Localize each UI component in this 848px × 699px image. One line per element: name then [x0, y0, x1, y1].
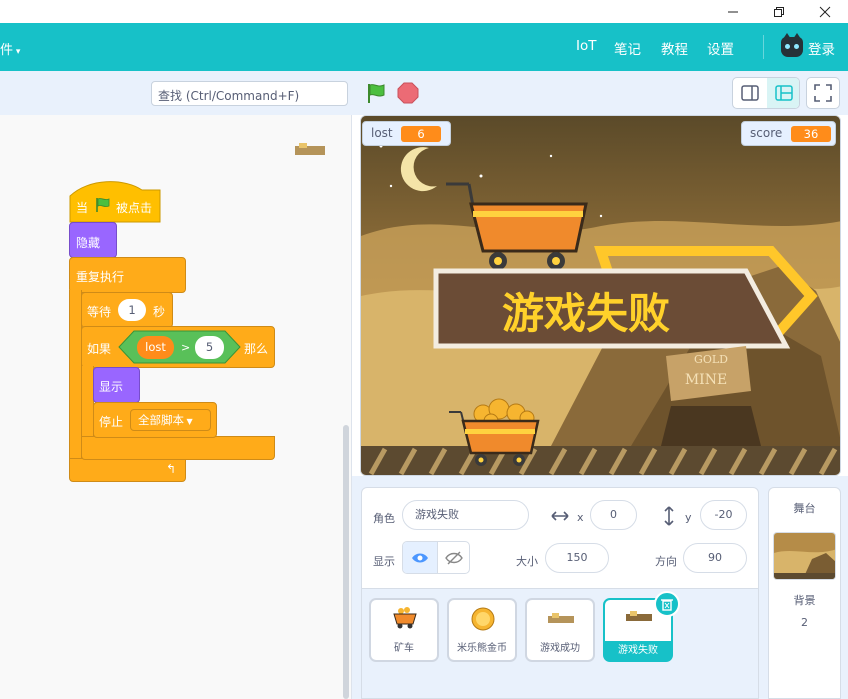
svg-text:MINE: MINE: [685, 372, 727, 388]
then-label: 那么: [244, 342, 269, 356]
stage-selector[interactable]: 舞台 背景 2: [768, 487, 841, 699]
x-arrow-icon: [551, 511, 569, 521]
restore-icon[interactable]: [756, 0, 802, 23]
visibility-toggle: [402, 541, 470, 574]
stop-label: 停止: [99, 415, 124, 429]
delete-sprite-icon[interactable]: [654, 591, 680, 617]
stop-block[interactable]: 停止 全部脚本 ▼: [93, 402, 217, 438]
menu-tutorials[interactable]: 教程: [661, 38, 688, 58]
large-stage-icon[interactable]: [767, 78, 799, 108]
visibility-label: 显示: [373, 555, 395, 568]
login-button[interactable]: 登录: [808, 38, 835, 58]
eye-hidden-icon[interactable]: [437, 542, 469, 573]
lost-monitor-value: 6: [401, 126, 441, 142]
banner-thumbnail: [626, 611, 652, 621]
sprite-name: 矿车: [394, 643, 414, 654]
forever-label: 重复执行: [76, 270, 125, 284]
x-label: x: [577, 511, 584, 524]
wait-label: 等待: [87, 305, 112, 319]
wait-block[interactable]: 等待 1 秒: [81, 292, 173, 328]
direction-input[interactable]: 90: [683, 543, 747, 573]
green-flag-icon: [96, 198, 110, 212]
stage-size-toggle: [732, 77, 800, 109]
size-input[interactable]: 150: [545, 543, 609, 573]
sprite-tile-success[interactable]: 游戏成功: [525, 598, 595, 662]
loop-arrow-icon: ↰: [166, 462, 177, 476]
window-title-bar: [0, 0, 848, 23]
sprite-tile-coin[interactable]: 米乐熊金币: [447, 598, 517, 662]
scratch-editor: 件 ▾ IoT 笔记 教程 设置 登录 查找 (Ctrl/Command+F): [0, 0, 848, 699]
score-monitor-value: 36: [791, 126, 831, 142]
menu-iot[interactable]: IoT: [576, 38, 597, 54]
menu-divider: [763, 35, 764, 59]
file-menu-label: 件: [0, 43, 14, 58]
stage-canvas[interactable]: 游戏失败 GOLD MINE lost 6 score 36: [360, 115, 841, 476]
if-label: 如果: [87, 342, 112, 356]
size-label: 大小: [516, 555, 538, 568]
vertical-scrollbar[interactable]: [343, 425, 349, 699]
x-input[interactable]: 0: [590, 500, 637, 530]
stage-scene: 游戏失败 GOLD MINE: [361, 116, 840, 475]
clicked-label: 被点击: [116, 201, 153, 215]
caret-down-icon: ▾: [13, 47, 21, 57]
operator-symbol: >: [181, 341, 191, 354]
fullscreen-icon[interactable]: [806, 77, 840, 109]
direction-label: 方向: [655, 555, 677, 568]
when-label: 当: [76, 201, 89, 215]
sprite-name: 游戏成功: [540, 643, 580, 654]
cart-thumbnail: [393, 607, 417, 629]
menu-notes[interactable]: 笔记: [614, 38, 641, 58]
game-over-text: 游戏失败: [502, 289, 670, 338]
hide-block[interactable]: 隐藏: [69, 222, 117, 258]
file-menu[interactable]: 件 ▾: [0, 39, 20, 58]
close-icon[interactable]: [802, 0, 848, 23]
stage-title: 舞台: [793, 502, 816, 515]
lost-variable-reporter[interactable]: lost: [137, 336, 174, 359]
show-block[interactable]: 显示: [93, 367, 140, 403]
forever-block[interactable]: 重复执行: [69, 257, 186, 293]
backdrop-count: 2: [801, 616, 808, 629]
small-stage-icon[interactable]: [733, 78, 767, 108]
stop-option-label: 全部脚本: [138, 413, 184, 427]
sprite-name: 米乐熊金币: [457, 643, 507, 654]
hide-label: 隐藏: [76, 236, 101, 250]
eye-icon[interactable]: [403, 542, 437, 573]
stop-icon[interactable]: [397, 82, 419, 104]
backdrop-thumbnail: [773, 532, 836, 580]
if-foot: [81, 436, 275, 460]
toolbar: 查找 (Ctrl/Command+F): [0, 71, 848, 115]
score-monitor[interactable]: score 36: [741, 121, 836, 146]
sprite-name-input[interactable]: 游戏失败: [402, 500, 529, 530]
search-input[interactable]: 查找 (Ctrl/Command+F): [151, 81, 348, 106]
y-label: y: [685, 511, 692, 524]
cat-avatar-icon[interactable]: [781, 33, 803, 57]
caret-down-icon: ▼: [184, 417, 193, 426]
show-label: 显示: [99, 380, 124, 394]
sprite-thumbnail-icon: [295, 143, 325, 155]
sprite-info-panel: 角色 游戏失败 x 0 y -20 显示 大小 150 方向 90: [361, 487, 759, 589]
green-flag-icon[interactable]: [365, 82, 387, 104]
lost-monitor[interactable]: lost 6: [362, 121, 451, 146]
coin-thumbnail: [471, 607, 495, 631]
sprite-name: 游戏失败: [605, 641, 671, 660]
y-arrow-icon: [664, 506, 674, 526]
score-monitor-label: score: [750, 126, 783, 140]
wait-unit-label: 秒: [153, 305, 166, 319]
minimize-icon[interactable]: [710, 0, 756, 23]
compare-value-input[interactable]: 5: [195, 336, 224, 359]
sprite-tile-cart[interactable]: 矿车: [369, 598, 439, 662]
stop-option-dropdown[interactable]: 全部脚本 ▼: [130, 409, 211, 431]
menu-bar: 件 ▾ IoT 笔记 教程 设置 登录: [0, 23, 848, 71]
lost-monitor-label: lost: [371, 126, 393, 140]
y-input[interactable]: -20: [700, 500, 747, 530]
wait-seconds-input[interactable]: 1: [118, 299, 146, 321]
sprite-name-label: 角色: [373, 512, 395, 525]
banner-thumbnail: [548, 613, 574, 623]
forever-foot: ↰: [69, 458, 186, 482]
menu-settings[interactable]: 设置: [707, 38, 734, 58]
svg-text:GOLD: GOLD: [694, 353, 728, 366]
backdrop-label: 背景: [793, 594, 816, 607]
